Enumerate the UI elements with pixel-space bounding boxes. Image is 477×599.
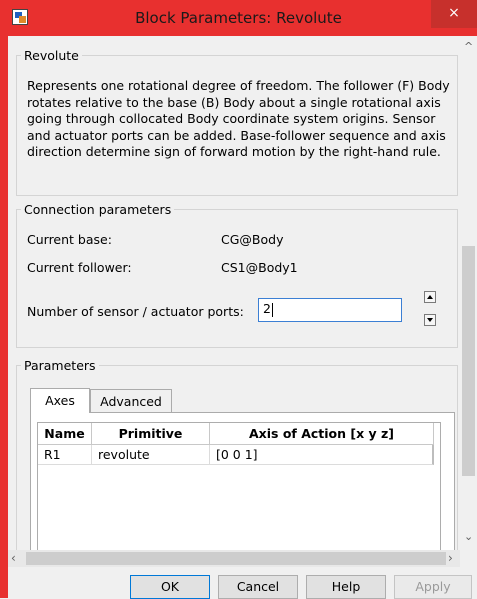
horizontal-scroll-thumb[interactable] bbox=[26, 552, 446, 565]
help-button[interactable]: Help bbox=[306, 575, 386, 599]
current-follower-label: Current follower: bbox=[27, 260, 132, 275]
block-description-text: Represents one rotational degree of free… bbox=[27, 78, 450, 159]
scroll-right-icon[interactable]: › bbox=[448, 551, 453, 565]
parameters-legend: Parameters bbox=[24, 358, 96, 373]
column-header-axis[interactable]: Axis of Action [x y z] bbox=[210, 423, 434, 445]
ports-decrement-button[interactable] bbox=[424, 314, 436, 326]
ports-input[interactable]: 2 bbox=[258, 298, 402, 322]
vertical-scrollbar[interactable]: ^ ⌄ bbox=[460, 36, 477, 550]
axes-table: Name Primitive Axis of Action [x y z] R1… bbox=[37, 422, 441, 550]
ports-label: Number of sensor / actuator ports: bbox=[27, 304, 244, 319]
current-base-value: CG@Body bbox=[221, 232, 284, 247]
apply-button[interactable]: Apply bbox=[394, 575, 472, 599]
ports-increment-button[interactable] bbox=[424, 291, 436, 303]
chevron-down-icon bbox=[427, 318, 433, 322]
table-cell-name[interactable]: R1 bbox=[38, 445, 92, 465]
scrollbar-corner bbox=[460, 550, 477, 567]
title-bar: Block Parameters: Revolute × bbox=[0, 0, 477, 36]
window-border bbox=[0, 36, 8, 598]
connection-parameters-group: Connection parameters bbox=[16, 202, 458, 348]
window-title: Block Parameters: Revolute bbox=[135, 9, 342, 27]
current-base-label: Current base: bbox=[27, 232, 112, 247]
scroll-left-icon[interactable]: ‹ bbox=[11, 551, 16, 565]
cancel-button[interactable]: Cancel bbox=[218, 575, 298, 599]
block-name-legend: Revolute bbox=[24, 48, 79, 63]
chevron-up-icon bbox=[427, 295, 433, 299]
horizontal-scrollbar[interactable]: ‹ › bbox=[8, 550, 460, 567]
tab-axes[interactable]: Axes bbox=[30, 388, 90, 413]
close-button[interactable]: × bbox=[431, 0, 477, 28]
table-cell-axis[interactable]: [0 0 1] bbox=[210, 445, 434, 465]
dialog-content: Revolute Represents one rotational degre… bbox=[8, 36, 460, 550]
vertical-scroll-thumb[interactable] bbox=[462, 246, 475, 476]
column-header-name[interactable]: Name bbox=[38, 423, 92, 445]
connection-parameters-legend: Connection parameters bbox=[24, 202, 172, 217]
ok-button[interactable]: OK bbox=[130, 575, 210, 599]
ports-input-value: 2 bbox=[263, 301, 271, 316]
scroll-down-icon[interactable]: ⌄ bbox=[464, 530, 473, 543]
column-header-primitive[interactable]: Primitive bbox=[92, 423, 210, 445]
current-follower-value: CS1@Body1 bbox=[221, 260, 298, 275]
scroll-up-icon[interactable]: ^ bbox=[464, 40, 473, 53]
table-cell-primitive[interactable]: revolute bbox=[92, 445, 210, 465]
tab-advanced[interactable]: Advanced bbox=[90, 389, 172, 413]
